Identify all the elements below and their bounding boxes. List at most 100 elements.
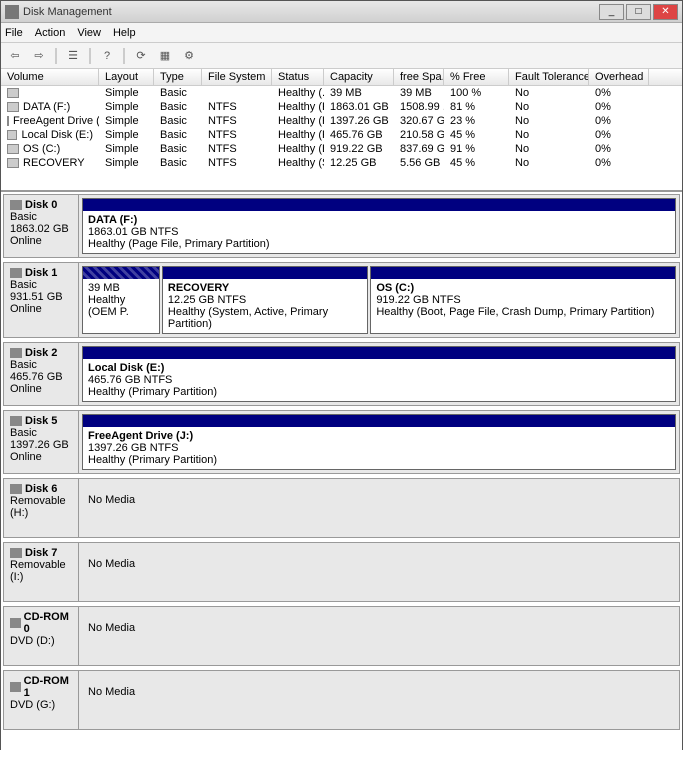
no-media-label: No Media	[82, 546, 141, 598]
separator	[55, 48, 57, 64]
disk-info[interactable]: Disk 6Removable (H:)	[4, 479, 79, 537]
menu-action[interactable]: Action	[35, 27, 66, 39]
volume-status: Healthy (P...	[272, 100, 324, 114]
disk-row[interactable]: Disk 6Removable (H:)No Media	[3, 478, 680, 538]
volume-capacity: 465.76 GB	[324, 128, 394, 142]
menu-view[interactable]: View	[77, 27, 101, 39]
maximize-button[interactable]: □	[626, 4, 651, 20]
no-media-label: No Media	[82, 482, 141, 534]
header-status[interactable]: Status	[272, 69, 324, 85]
forward-button[interactable]: ⇨	[29, 46, 49, 66]
volume-fs	[202, 86, 272, 100]
volume-icon	[7, 144, 19, 154]
header-layout[interactable]: Layout	[99, 69, 154, 85]
menu-file[interactable]: File	[5, 27, 23, 39]
disk-info[interactable]: Disk 5Basic1397.26 GBOnline	[4, 411, 79, 473]
disk-row[interactable]: Disk 1Basic931.51 GBOnline39 MBHealthy (…	[3, 262, 680, 338]
volume-status: Healthy (...	[272, 86, 324, 100]
partition-name: Local Disk (E:)	[88, 362, 670, 374]
partition[interactable]: RECOVERY12.25 GB NTFSHealthy (System, Ac…	[162, 266, 368, 334]
disk-info[interactable]: Disk 2Basic465.76 GBOnline	[4, 343, 79, 405]
volume-fs: NTFS	[202, 156, 272, 170]
disk-icon	[10, 268, 22, 278]
disk-graph-view[interactable]: Disk 0Basic1863.02 GBOnlineDATA (F:)1863…	[1, 192, 682, 762]
partition[interactable]: 39 MBHealthy (OEM P.	[82, 266, 160, 334]
volume-icon	[7, 88, 19, 98]
volume-icon	[7, 158, 19, 168]
disk-type: Removable (H:)	[10, 495, 72, 519]
partition-size: 1863.01 GB NTFS	[88, 226, 670, 238]
partition-size: 919.22 GB NTFS	[376, 294, 670, 306]
disk-row[interactable]: Disk 7Removable (I:)No Media	[3, 542, 680, 602]
properties-button[interactable]: ☰	[63, 46, 83, 66]
partition-health: Healthy (Primary Partition)	[88, 454, 670, 466]
partition[interactable]: OS (C:)919.22 GB NTFSHealthy (Boot, Page…	[370, 266, 676, 334]
volume-layout: Simple	[99, 128, 154, 142]
header-filesystem[interactable]: File System	[202, 69, 272, 85]
disk-info[interactable]: Disk 0Basic1863.02 GBOnline	[4, 195, 79, 257]
disk-info[interactable]: Disk 1Basic931.51 GBOnline	[4, 263, 79, 337]
volume-type: Basic	[154, 86, 202, 100]
header-volume[interactable]: Volume	[1, 69, 99, 85]
rescan-button[interactable]: ▦	[155, 46, 175, 66]
volume-capacity: 919.22 GB	[324, 142, 394, 156]
disk-row[interactable]: CD-ROM 1DVD (G:)No Media	[3, 670, 680, 730]
volume-status: Healthy (S...	[272, 156, 324, 170]
back-button[interactable]: ⇦	[5, 46, 25, 66]
disk-status: Online	[10, 383, 72, 395]
volume-row[interactable]: OS (C:)SimpleBasicNTFSHealthy (B...919.2…	[1, 142, 682, 156]
disk-info[interactable]: CD-ROM 0DVD (D:)	[4, 607, 79, 665]
volume-row[interactable]: SimpleBasicHealthy (...39 MB39 MB100 %No…	[1, 86, 682, 100]
volume-capacity: 1397.26 GB	[324, 114, 394, 128]
volume-fs: NTFS	[202, 142, 272, 156]
header-overhead[interactable]: Overhead	[589, 69, 649, 85]
list-header[interactable]: Volume Layout Type File System Status Ca…	[1, 69, 682, 86]
titlebar[interactable]: Disk Management _ □ ✕	[1, 1, 682, 23]
volume-percent: 81 %	[444, 100, 509, 114]
header-capacity[interactable]: Capacity	[324, 69, 394, 85]
refresh-button[interactable]: ⟳	[131, 46, 151, 66]
volume-overhead: 0%	[589, 114, 649, 128]
header-fault-tolerance[interactable]: Fault Tolerance	[509, 69, 589, 85]
volume-row[interactable]: Local Disk (E:)SimpleBasicNTFSHealthy (P…	[1, 128, 682, 142]
volume-status: Healthy (P...	[272, 114, 324, 128]
close-button[interactable]: ✕	[653, 4, 678, 20]
volume-list[interactable]: Volume Layout Type File System Status Ca…	[1, 69, 682, 192]
volume-layout: Simple	[99, 86, 154, 100]
partition[interactable]: Local Disk (E:)465.76 GB NTFSHealthy (Pr…	[82, 346, 676, 402]
disk-icon	[10, 200, 22, 210]
volume-overhead: 0%	[589, 128, 649, 142]
partition[interactable]: DATA (F:)1863.01 GB NTFSHealthy (Page Fi…	[82, 198, 676, 254]
header-type[interactable]: Type	[154, 69, 202, 85]
volume-ft: No	[509, 156, 589, 170]
menubar: File Action View Help	[1, 23, 682, 43]
partition[interactable]: FreeAgent Drive (J:)1397.26 GB NTFSHealt…	[82, 414, 676, 470]
disk-size: 1397.26 GB	[10, 439, 72, 451]
volume-percent: 45 %	[444, 156, 509, 170]
help-button[interactable]: ?	[97, 46, 117, 66]
volume-name: Local Disk (E:)	[21, 129, 93, 141]
header-percent[interactable]: % Free	[444, 69, 509, 85]
volume-ft: No	[509, 114, 589, 128]
disk-name: CD-ROM 1	[24, 675, 72, 699]
header-free[interactable]: free Spa...	[394, 69, 444, 85]
disk-row[interactable]: Disk 5Basic1397.26 GBOnlineFreeAgent Dri…	[3, 410, 680, 474]
disk-info[interactable]: Disk 7Removable (I:)	[4, 543, 79, 601]
minimize-button[interactable]: _	[599, 4, 624, 20]
disk-row[interactable]: CD-ROM 0DVD (D:)No Media	[3, 606, 680, 666]
volume-row[interactable]: DATA (F:)SimpleBasicNTFSHealthy (P...186…	[1, 100, 682, 114]
no-media-label: No Media	[82, 610, 141, 662]
volume-row[interactable]: FreeAgent Drive (J:)SimpleBasicNTFSHealt…	[1, 114, 682, 128]
volume-name: OS (C:)	[23, 143, 60, 155]
volume-icon	[7, 130, 17, 140]
settings-button[interactable]: ⚙	[179, 46, 199, 66]
volume-layout: Simple	[99, 156, 154, 170]
menu-help[interactable]: Help	[113, 27, 136, 39]
volume-row[interactable]: RECOVERYSimpleBasicNTFSHealthy (S...12.2…	[1, 156, 682, 170]
disk-type: Removable (I:)	[10, 559, 72, 583]
disk-row[interactable]: Disk 0Basic1863.02 GBOnlineDATA (F:)1863…	[3, 194, 680, 258]
volume-layout: Simple	[99, 142, 154, 156]
disk-info[interactable]: CD-ROM 1DVD (G:)	[4, 671, 79, 729]
disk-row[interactable]: Disk 2Basic465.76 GBOnlineLocal Disk (E:…	[3, 342, 680, 406]
volume-fs: NTFS	[202, 100, 272, 114]
